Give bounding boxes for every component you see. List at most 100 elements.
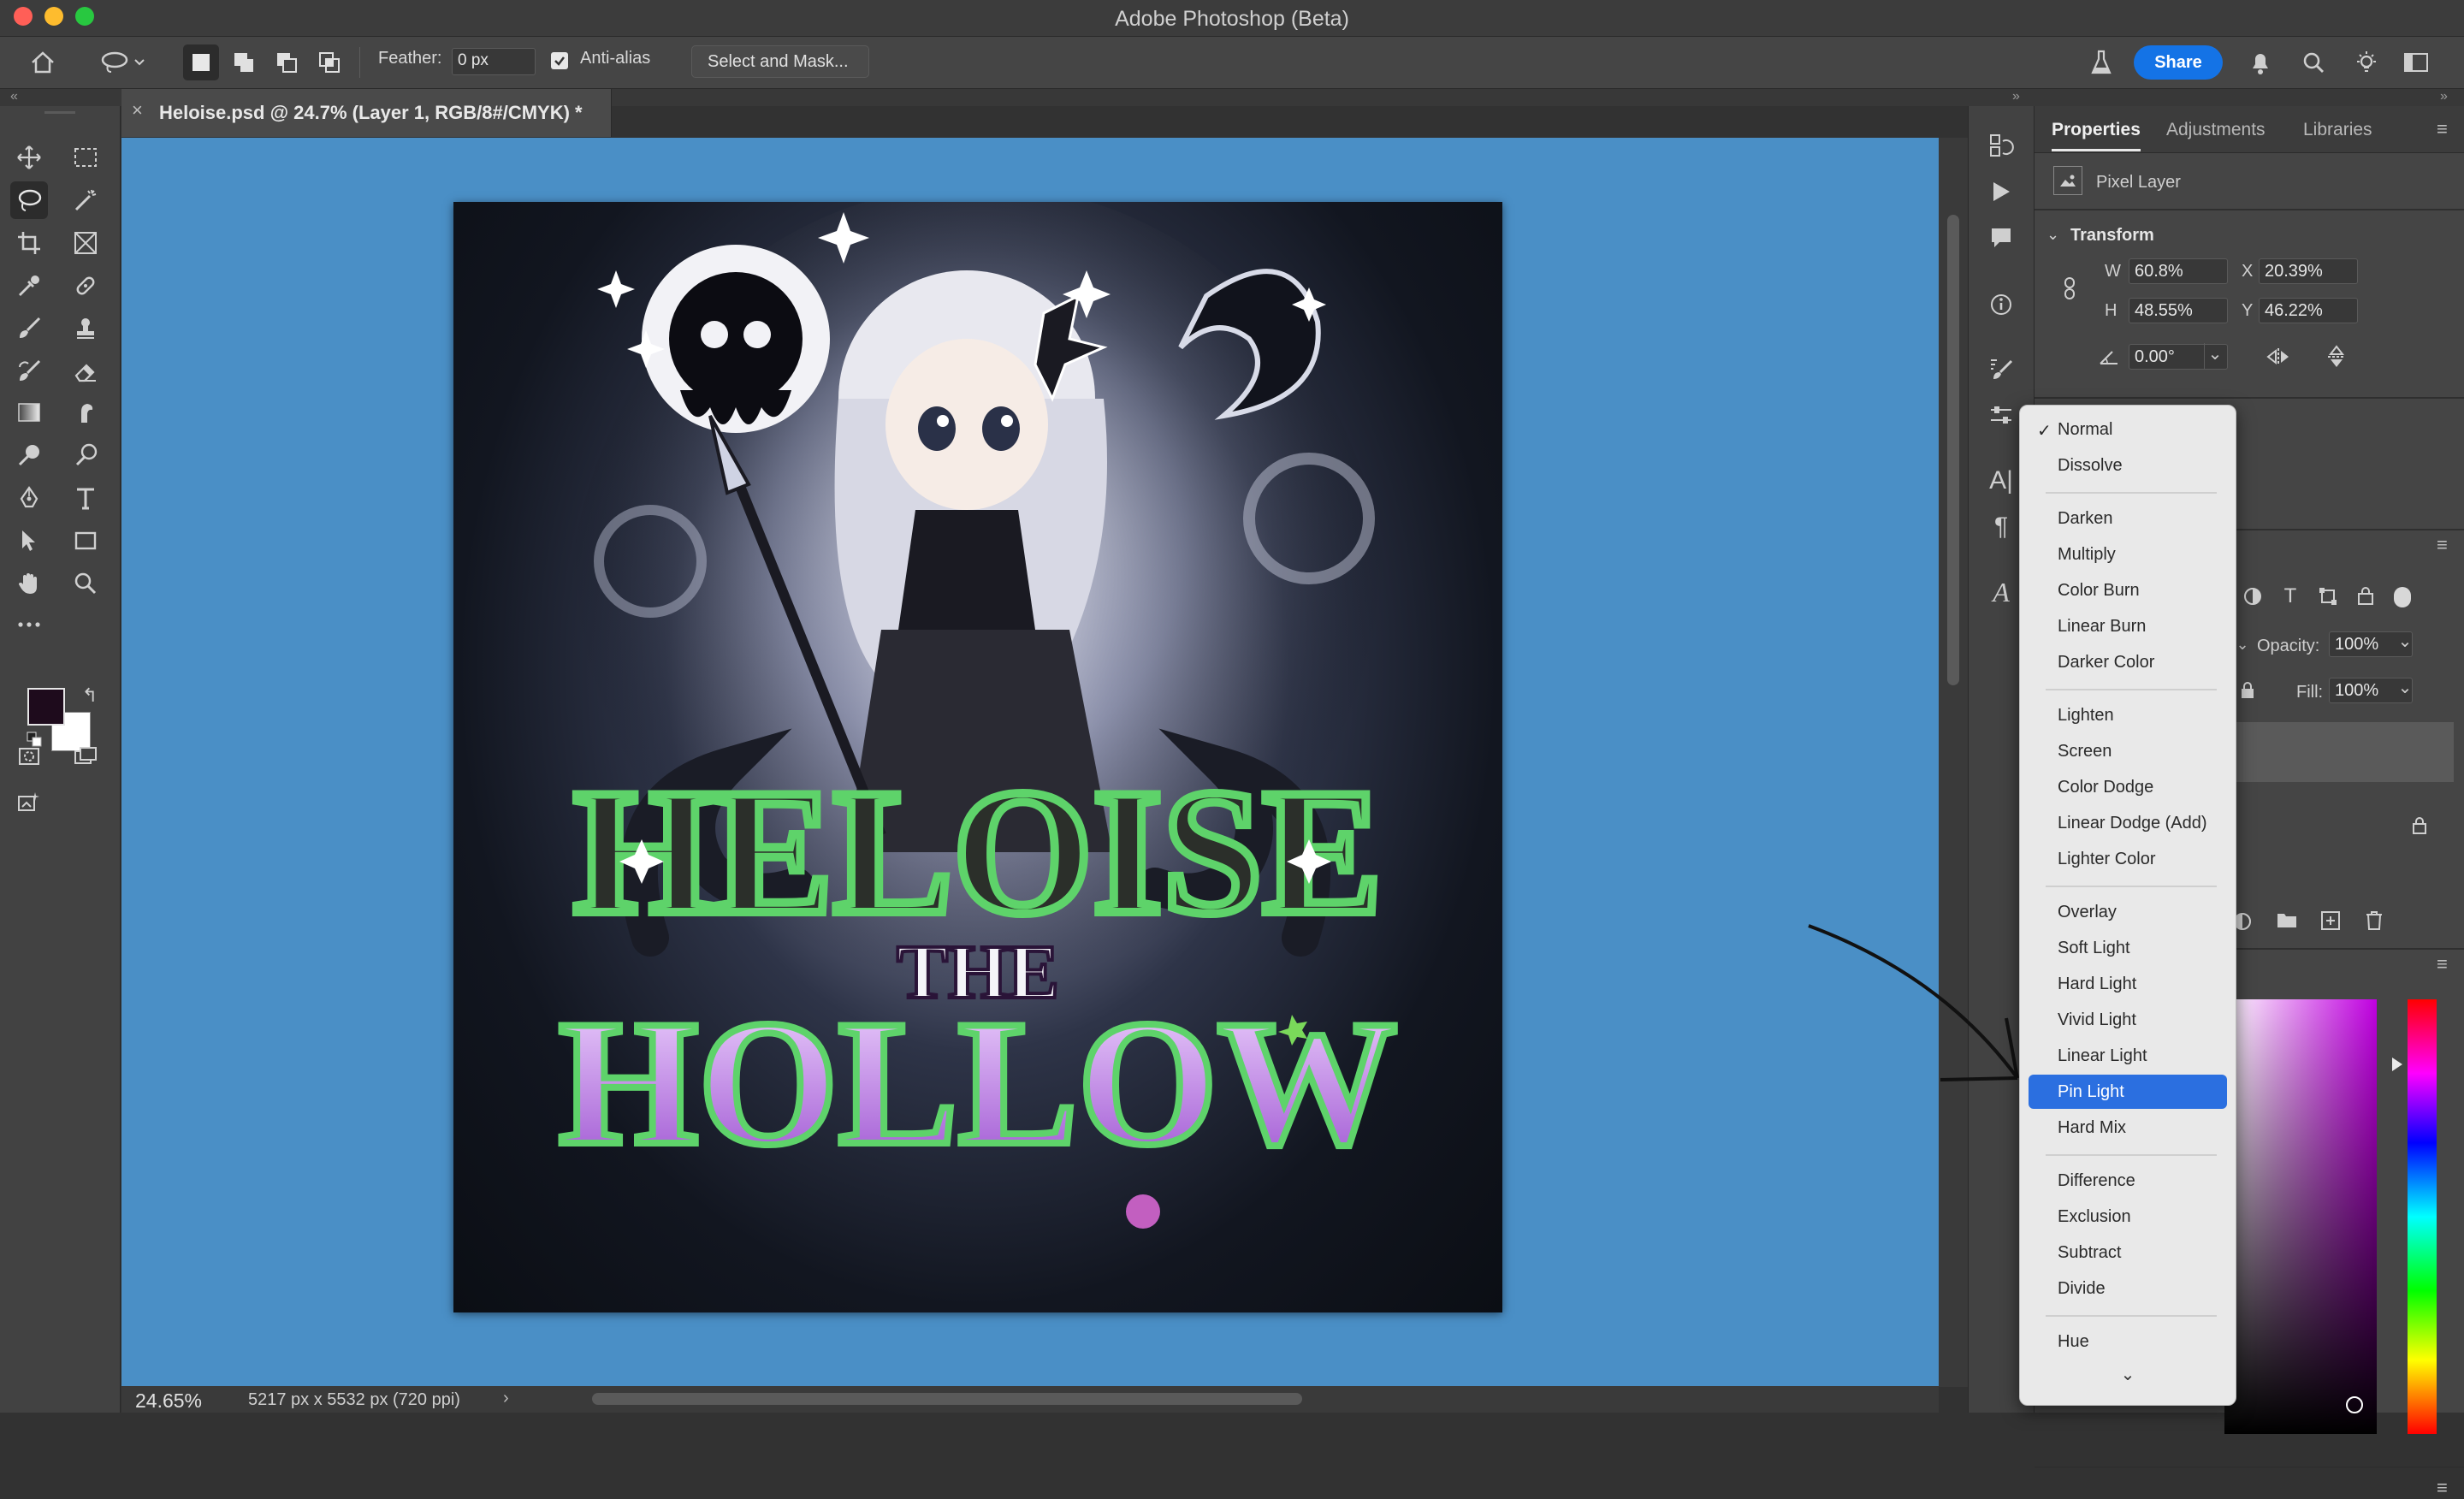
lasso-tool-icon[interactable] [10,181,48,219]
flip-vertical-icon[interactable] [2324,344,2349,370]
character-icon[interactable]: A| [1984,464,2018,498]
history-panel-icon[interactable] [1984,128,2018,163]
color-picker-cursor[interactable] [2346,1396,2363,1413]
search-icon[interactable] [2296,45,2331,80]
y-input[interactable]: 46.22% [2259,298,2358,323]
home-icon[interactable] [26,47,60,78]
flask-icon[interactable] [2084,45,2118,80]
status-menu-chevron-icon[interactable]: › [503,1389,509,1408]
zoom-level[interactable]: 24.65% [135,1389,202,1413]
intersect-selection-icon[interactable] [311,44,347,80]
comments-icon[interactable] [1984,221,2018,255]
blend-mode-pin-light[interactable]: Pin Light [2029,1075,2227,1109]
select-and-mask-button[interactable]: Select and Mask... [691,45,869,78]
hue-slider-handle-icon[interactable] [2392,1058,2402,1071]
actions-play-icon[interactable] [1984,175,2018,209]
angle-dropdown-chevron-icon[interactable]: ⌄ [2204,343,2225,369]
document-tab[interactable]: × Heloise.psd @ 24.7% (Layer 1, RGB/8#/C… [121,89,612,137]
crop-tool-icon[interactable] [10,224,48,262]
horizontal-scrollbar[interactable] [592,1393,1302,1405]
transform-section-title[interactable]: Transform [2070,226,2154,246]
pen-tool-icon[interactable] [10,479,48,517]
move-tool-icon[interactable] [10,139,48,176]
blend-mode-lighten[interactable]: Lighten [2029,698,2227,732]
blend-mode-linear-dodge-add[interactable]: Linear Dodge (Add) [2029,806,2227,840]
swap-colors-icon[interactable]: ↰ [79,684,101,707]
marquee-tool-icon[interactable] [67,139,104,176]
more-tools-icon[interactable] [10,606,48,643]
dodge-tool-icon[interactable] [10,436,48,474]
blend-mode-multiply[interactable]: Multiply [2029,537,2227,572]
vertical-scrollbar[interactable] [1947,215,1959,685]
color-panel-menu-icon[interactable]: ≡ [2437,953,2448,975]
tools-grip[interactable] [44,111,75,114]
menu-scroll-down-chevron-icon[interactable]: ⌄ [2020,1364,2236,1385]
rectangle-tool-icon[interactable] [67,522,104,560]
transform-chevron-icon[interactable]: ⌄ [2046,226,2059,244]
tab-adjustments[interactable]: Adjustments [2166,120,2266,140]
quick-mask-icon[interactable] [10,738,48,775]
workspace-icon[interactable] [2399,45,2433,80]
share-button[interactable]: Share [2134,45,2223,80]
blend-mode-vivid-light[interactable]: Vivid Light [2029,1003,2227,1037]
magic-wand-tool-icon[interactable] [67,181,104,219]
link-dimensions-icon[interactable] [2057,276,2082,301]
feather-input[interactable]: 0 px [452,48,536,75]
add-selection-icon[interactable] [226,44,262,80]
blend-mode-overlay[interactable]: Overlay [2029,895,2227,929]
blend-mode-exclusion[interactable]: Exclusion [2029,1200,2227,1234]
hue-slider[interactable] [2408,999,2437,1434]
gradient-tool-icon[interactable] [10,394,48,431]
panel-menu-icon[interactable]: ≡ [2437,118,2448,140]
anti-alias-checkbox[interactable] [551,52,568,69]
blend-mode-divide[interactable]: Divide [2029,1271,2227,1306]
collapse-sidecol-icon[interactable]: » [2012,89,2020,104]
blend-mode-lighter-color[interactable]: Lighter Color [2029,842,2227,876]
tab-libraries[interactable]: Libraries [2303,120,2372,140]
tab-properties[interactable]: Properties [2052,120,2141,140]
blend-mode-color-dodge[interactable]: Color Dodge [2029,770,2227,804]
hand-tool-icon[interactable] [10,565,48,602]
lock-all-icon[interactable] [2235,678,2260,703]
frame-tool-icon[interactable] [67,224,104,262]
adjust-sliders-icon[interactable] [1984,399,2018,433]
artwork-image[interactable]: HELOISE THE HOLLOW [453,202,1502,1312]
flip-horizontal-icon[interactable] [2266,344,2291,370]
blend-mode-linear-light[interactable]: Linear Light [2029,1039,2227,1073]
healing-brush-tool-icon[interactable] [67,267,104,305]
blend-mode-darker-color[interactable]: Darker Color [2029,645,2227,679]
blend-mode-subtract[interactable]: Subtract [2029,1235,2227,1270]
zoom-tool-icon[interactable] [67,565,104,602]
generative-fill-icon[interactable] [10,784,48,821]
new-selection-icon[interactable] [183,44,219,80]
filter-adjustment-icon[interactable] [2240,584,2266,609]
blend-mode-hard-mix[interactable]: Hard Mix [2029,1111,2227,1145]
blur-tool-icon[interactable] [67,436,104,474]
type-tool-icon[interactable] [67,479,104,517]
path-selection-tool-icon[interactable] [10,522,48,560]
blend-mode-darken[interactable]: Darken [2029,501,2227,536]
eyedropper-tool-icon[interactable] [10,267,48,305]
collapse-tools-icon[interactable]: « [10,89,18,104]
history-brush-tool-icon[interactable] [10,353,48,390]
blend-mode-soft-light[interactable]: Soft Light [2029,931,2227,965]
height-input[interactable]: 48.55% [2129,298,2228,323]
glyphs-icon[interactable]: A [1984,575,2018,609]
fill-input[interactable]: 100% ⌄ [2329,678,2413,703]
layer-row-selected[interactable] [2206,722,2454,782]
filter-type-icon[interactable]: T [2277,584,2303,609]
paragraph-icon[interactable]: ¶ [1984,510,2018,544]
blend-mode-color-burn[interactable]: Color Burn [2029,573,2227,607]
bell-icon[interactable] [2243,45,2277,80]
opacity-chevron-icon[interactable]: ⌄ [2395,631,2415,652]
blend-mode-linear-burn[interactable]: Linear Burn [2029,609,2227,643]
blend-mode-hard-light[interactable]: Hard Light [2029,967,2227,1001]
layer-row-background[interactable]: d [2206,799,2454,864]
blend-mode-difference[interactable]: Difference [2029,1164,2227,1198]
brush-tool-icon[interactable] [10,310,48,347]
filter-shape-icon[interactable] [2315,584,2341,609]
blend-mode-screen[interactable]: Screen [2029,734,2227,768]
filter-toggle-icon[interactable] [2394,587,2411,607]
layer-lock-icon[interactable] [2411,816,2428,839]
color-picker-field[interactable] [2224,999,2377,1434]
